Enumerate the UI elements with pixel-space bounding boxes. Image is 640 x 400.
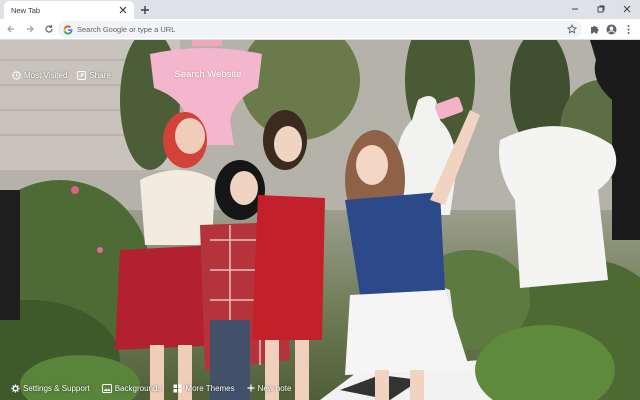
profile-button[interactable] <box>604 21 619 38</box>
window-controls <box>562 0 640 19</box>
back-button[interactable] <box>2 21 19 38</box>
backgrounds-label: Backgrounds <box>114 383 162 393</box>
most-visited-button[interactable]: Most Visited <box>12 71 67 80</box>
omnibox-input[interactable] <box>77 25 547 34</box>
website-search-input[interactable]: Search Website <box>158 65 258 83</box>
extensions-icon <box>591 25 599 34</box>
gear-icon <box>11 383 20 393</box>
forward-button[interactable] <box>21 21 38 38</box>
minimize-icon <box>572 8 578 9</box>
bottom-bar: Settings & Support Backgrounds More Them… <box>0 376 640 400</box>
omnibox[interactable] <box>58 21 582 38</box>
settings-support-button[interactable]: Settings & Support <box>11 384 90 393</box>
close-window-icon <box>623 5 631 12</box>
restore-icon <box>597 5 605 12</box>
most-visited-label: Most Visited <box>24 71 68 80</box>
reload-button[interactable] <box>40 21 57 38</box>
minimize-button[interactable] <box>562 0 588 17</box>
plus-icon <box>247 384 255 392</box>
toolbar-right-actions <box>587 21 636 38</box>
new-tab-page: Most Visited Share Search Website Settin… <box>0 40 640 400</box>
history-clock-icon <box>12 71 21 80</box>
new-note-button[interactable]: New note <box>247 383 292 393</box>
backgrounds-button[interactable]: Backgrounds <box>101 383 162 393</box>
tab-new-tab[interactable]: New Tab <box>4 1 134 19</box>
share-button[interactable]: Share <box>77 71 111 80</box>
top-links: Most Visited Share <box>12 71 111 80</box>
restore-button[interactable] <box>588 0 614 17</box>
browser-toolbar <box>0 19 640 40</box>
settings-support-label: Settings & Support <box>23 383 90 393</box>
kebab-menu-icon <box>627 25 630 34</box>
more-themes-button[interactable]: More Themes <box>173 383 235 393</box>
new-tab-button[interactable] <box>138 3 152 17</box>
close-window-button[interactable] <box>614 0 640 17</box>
star-icon[interactable] <box>566 23 578 35</box>
more-themes-label: More Themes <box>185 383 235 393</box>
new-note-label: New note <box>257 383 292 393</box>
reload-icon <box>44 25 53 33</box>
share-label: Share <box>89 71 111 80</box>
forward-arrow-icon <box>26 25 34 33</box>
plus-icon <box>141 6 149 14</box>
share-icon <box>77 71 87 80</box>
menu-button[interactable] <box>621 21 636 38</box>
image-icon <box>101 383 112 393</box>
close-icon[interactable] <box>117 5 128 16</box>
extensions-button[interactable] <box>587 21 602 38</box>
tab-strip: New Tab <box>0 0 640 19</box>
profile-icon <box>606 24 617 35</box>
grid-icon <box>173 384 182 392</box>
google-g-icon <box>63 25 73 35</box>
background-photo <box>0 40 640 400</box>
tab-title: New Tab <box>11 5 41 15</box>
back-arrow-icon <box>6 25 14 33</box>
